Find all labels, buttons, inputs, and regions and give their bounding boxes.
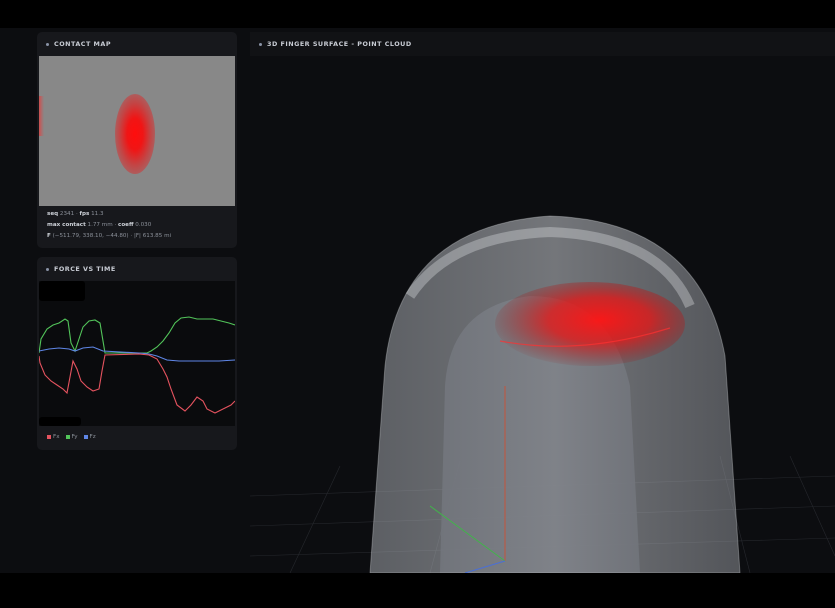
legend-item-fz: Fz: [83, 434, 96, 440]
force-plot-svg: [38, 316, 236, 414]
force-value: (−511.79, 338.10, −44.80) · |F| 613.85 m…: [52, 233, 172, 239]
contact-map-title: CONTACT MAP: [54, 40, 112, 48]
redacted-label-top: [39, 281, 85, 301]
legend-label-fz: Fz: [89, 434, 96, 440]
seq-readout: seq 2341 · fps 11.3: [47, 211, 104, 217]
force-label: F: [47, 233, 51, 239]
force-vs-time-title: FORCE VS TIME: [54, 265, 116, 273]
bullet-icon: [259, 42, 262, 46]
max-contact-value: 1.77 mm: [87, 222, 113, 228]
bullet-icon: [46, 267, 49, 271]
legend-swatch-fy: [65, 435, 70, 439]
fps-value: 11.3: [91, 211, 104, 217]
fy-series-line: [38, 316, 236, 354]
seq-label: seq: [47, 211, 59, 217]
legend-label-fy: Fy: [71, 434, 78, 440]
fps-label: fps: [79, 211, 90, 217]
force-readout: F (−511.79, 338.10, −44.80) · |F| 613.85…: [47, 233, 171, 239]
coeff-value: 0.030: [135, 222, 152, 228]
separator: ·: [114, 222, 117, 228]
view3d-viewport[interactable]: [250, 56, 835, 573]
max-contact-label: max contact: [47, 222, 86, 228]
redacted-label-bottom: [39, 417, 81, 426]
bullet-icon: [46, 42, 49, 46]
contact-heatmap[interactable]: [39, 56, 235, 206]
max-contact-readout: max contact 1.77 mm · coeff 0.030: [47, 222, 151, 228]
contact-hotspot: [495, 282, 685, 366]
force-legend: Fx Fy Fz: [47, 434, 102, 440]
legend-item-fy: Fy: [65, 434, 78, 440]
view3d-title: 3D FINGER SURFACE - POINT CLOUD: [267, 40, 412, 48]
force-vs-time-panel: FORCE VS TIME Fx Fy Fz: [37, 257, 237, 450]
legend-item-fx: Fx: [47, 434, 60, 440]
legend-swatch-fz: [83, 435, 88, 439]
legend-label-fx: Fx: [53, 434, 60, 440]
app-stage: CONTACT MAP seq 2341 · fps 11.3 max cont…: [0, 28, 835, 573]
contact-edge-blob: [39, 96, 44, 136]
contact-map-panel: CONTACT MAP seq 2341 · fps 11.3 max cont…: [37, 32, 237, 248]
fx-series-line: [38, 353, 236, 414]
separator: ·: [75, 211, 78, 217]
finger-shell: [369, 215, 741, 573]
force-vs-time-header: FORCE VS TIME: [37, 257, 237, 281]
force-plot[interactable]: [38, 281, 236, 426]
screen: CONTACT MAP seq 2341 · fps 11.3 max cont…: [0, 0, 835, 608]
contact-blob: [115, 94, 155, 174]
seq-value: 2341: [59, 211, 75, 217]
view3d-header: 3D FINGER SURFACE - POINT CLOUD: [250, 32, 835, 56]
contact-map-header: CONTACT MAP: [37, 32, 237, 56]
legend-swatch-fx: [47, 435, 51, 439]
coeff-label: coeff: [118, 222, 134, 228]
